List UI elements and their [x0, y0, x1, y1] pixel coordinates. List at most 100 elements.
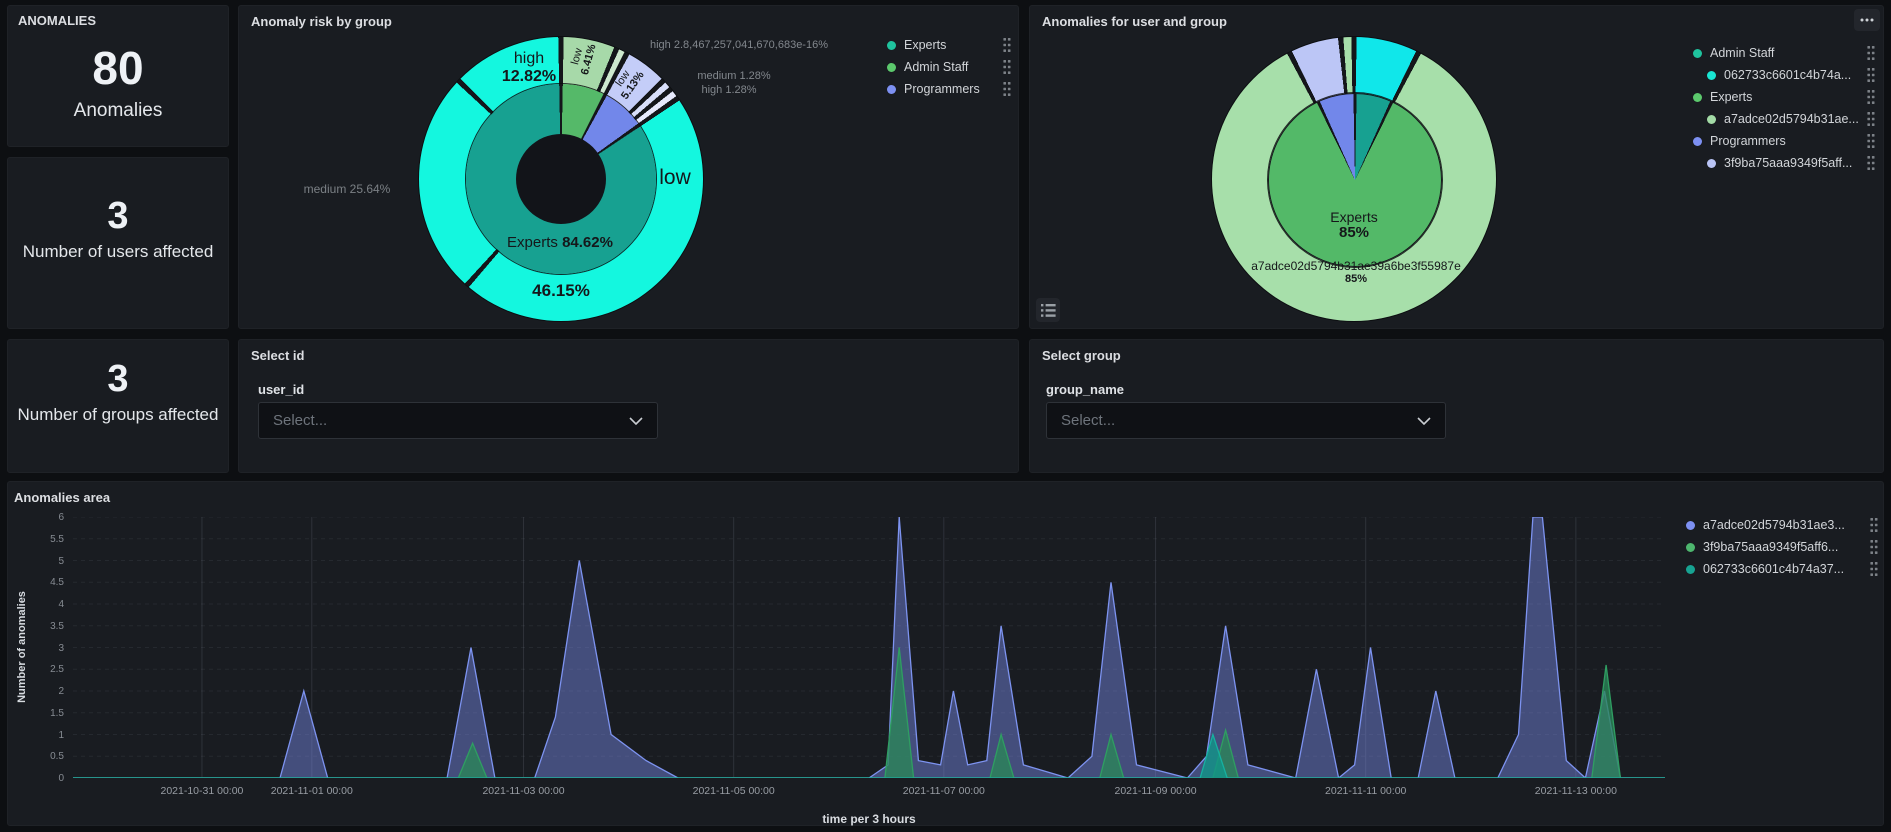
y-tick-label: 5.5: [50, 533, 64, 545]
legend-item[interactable]: Experts: [887, 34, 1011, 56]
legend-menu-icon[interactable]: [1870, 562, 1878, 576]
area-legend: a7adce02d5794b31ae3... 3f9ba75aaa9349f5af…: [1686, 514, 1878, 580]
user-group-legend: Admin Staff 062733c6601c4b74a... Experts a7…: [1693, 42, 1875, 174]
x-axis-title: time per 3 hours: [822, 812, 916, 826]
slice-label-tiny-high: high 2.8,467,257,041,670,683e-16%: [650, 39, 828, 51]
legend-item[interactable]: a7adce02d5794b31ae...: [1693, 108, 1875, 130]
legend-color-dot: [1693, 136, 1702, 146]
panel-title: Select group: [1042, 348, 1121, 363]
y-tick-label: 5: [58, 555, 64, 567]
y-tick-label: 0.5: [50, 751, 64, 763]
y-tick-label: 2: [58, 686, 64, 697]
legend-menu-icon[interactable]: [1003, 38, 1011, 52]
y-tick-label: 2.5: [50, 664, 64, 676]
y-tick-label: 1: [58, 729, 64, 741]
panel-title: Anomaly risk by group: [251, 14, 392, 29]
group-name-select[interactable]: Select...: [1046, 402, 1446, 439]
chevron-down-icon: [1417, 416, 1431, 425]
legend-item-label: Admin Staff: [904, 60, 969, 74]
legend-menu-icon[interactable]: [1867, 112, 1875, 126]
legend-item[interactable]: Experts: [1693, 86, 1875, 108]
stat-panel-anomalies: ANOMALIES 80 Anomalies: [7, 5, 229, 147]
legend-item-label: 3f9ba75aaa9349f5aff6...: [1703, 540, 1839, 554]
area-chart-svg: [73, 517, 1665, 778]
select-id-panel: Select id user_id Select...: [238, 339, 1019, 473]
x-tick-label: 2021-11-01 00:00: [270, 785, 353, 797]
user-id-field-label: user_id: [258, 382, 305, 397]
stat-panel-groups-affected: 3 Number of groups affected: [7, 339, 229, 473]
legend-item-label: 062733c6601c4b74a37...: [1703, 562, 1845, 576]
legend-menu-icon[interactable]: [1003, 82, 1011, 96]
legend-item-label: Experts: [1710, 90, 1753, 104]
legend-menu-icon[interactable]: [1867, 156, 1875, 170]
legend-item-label: Programmers: [904, 82, 980, 96]
select-group-panel: Select group group_name Select...: [1029, 339, 1884, 473]
legend-menu-icon[interactable]: [1870, 518, 1878, 532]
slice-label-tiny-medium: medium 1.28%: [697, 70, 771, 82]
legend-item[interactable]: Programmers: [887, 78, 1011, 100]
legend-item-label: a7adce02d5794b31ae...: [1724, 112, 1859, 126]
legend-list-toggle-button[interactable]: [1036, 298, 1060, 322]
chevron-down-icon: [629, 416, 643, 425]
x-tick-label: 2021-11-05 00:00: [692, 785, 775, 797]
legend-item-label: Admin Staff: [1710, 46, 1775, 60]
dashboard: ANOMALIES 80 Anomalies 3 Number of users…: [0, 0, 1891, 832]
legend-menu-icon[interactable]: [1867, 90, 1875, 104]
y-tick-label: 3.5: [50, 620, 64, 632]
stat-panel-users-affected: 3 Number of users affected: [7, 157, 229, 329]
legend-item[interactable]: 3f9ba75aaa9349f5aff...: [1693, 152, 1875, 174]
y-tick-label: 0: [58, 773, 64, 784]
user-id-select[interactable]: Select...: [258, 402, 658, 439]
x-tick-label: 2021-11-07 00:00: [902, 785, 985, 797]
stat-value: 80: [92, 41, 144, 94]
stat-label: Anomalies: [73, 99, 163, 121]
stat-label: Number of users affected: [22, 241, 214, 261]
x-tick-label: 2021-11-03 00:00: [482, 785, 565, 797]
slice-label-4615: 46.15%: [532, 281, 590, 300]
panel-title: Anomalies for user and group: [1042, 14, 1227, 29]
legend-menu-icon[interactable]: [1867, 134, 1875, 148]
slice-label-high: high 12.82%: [501, 50, 557, 85]
legend-item[interactable]: a7adce02d5794b31ae3...: [1686, 514, 1878, 536]
legend-color-dot: [1707, 70, 1716, 80]
legend-color-dot: [1686, 564, 1695, 574]
legend-menu-icon[interactable]: [1003, 60, 1011, 74]
stat-label: Number of groups affected: [17, 404, 219, 424]
group-name-field-label: group_name: [1046, 382, 1125, 397]
list-icon: [1040, 303, 1056, 317]
legend-menu-icon[interactable]: [1867, 68, 1875, 82]
legend-item[interactable]: Admin Staff: [887, 56, 1011, 78]
slice-label-medium: medium 25.64%: [303, 182, 391, 196]
legend-item[interactable]: 062733c6601c4b74a...: [1693, 64, 1875, 86]
legend-color-dot: [1693, 48, 1702, 58]
legend-item-label: a7adce02d5794b31ae3...: [1703, 518, 1845, 532]
legend-color-dot: [887, 40, 896, 50]
pie-center-label: Experts 85%: [1330, 209, 1378, 242]
ellipsis-icon: [1860, 18, 1874, 22]
panel-title: Anomalies area: [14, 490, 111, 505]
area-chart[interactable]: [73, 517, 1665, 778]
y-tick-label: 3: [58, 642, 64, 654]
legend-color-dot: [1686, 520, 1695, 530]
anomalies-area-panel: Anomalies area Number of anomalies time …: [7, 481, 1884, 826]
legend-item[interactable]: Admin Staff: [1693, 42, 1875, 64]
stat-value: 3: [107, 357, 129, 400]
legend-item-label: 3f9ba75aaa9349f5aff...: [1724, 156, 1853, 170]
legend-item[interactable]: 062733c6601c4b74a37...: [1686, 558, 1878, 580]
panel-title: Select id: [251, 348, 305, 363]
legend-menu-icon[interactable]: [1870, 540, 1878, 554]
legend-item[interactable]: 3f9ba75aaa9349f5aff6...: [1686, 536, 1878, 558]
legend-item-label: Experts: [904, 38, 947, 52]
legend-menu-icon[interactable]: [1867, 46, 1875, 60]
legend-color-dot: [1693, 92, 1702, 102]
risk-by-group-panel: Anomaly risk by group high 12.82% low 6.…: [238, 5, 1019, 329]
y-tick-label: 6: [58, 512, 64, 523]
legend-item[interactable]: Programmers: [1693, 130, 1875, 152]
x-tick-label: 2021-11-13 00:00: [1534, 785, 1617, 797]
slice-label-low-experts: low: [659, 166, 691, 189]
panel-menu-button[interactable]: [1854, 9, 1880, 31]
stat-value: 3: [107, 194, 129, 237]
y-tick-label: 4: [58, 599, 64, 610]
y-tick-label: 4.5: [50, 577, 64, 589]
x-tick-label: 2021-11-09 00:00: [1114, 785, 1197, 797]
